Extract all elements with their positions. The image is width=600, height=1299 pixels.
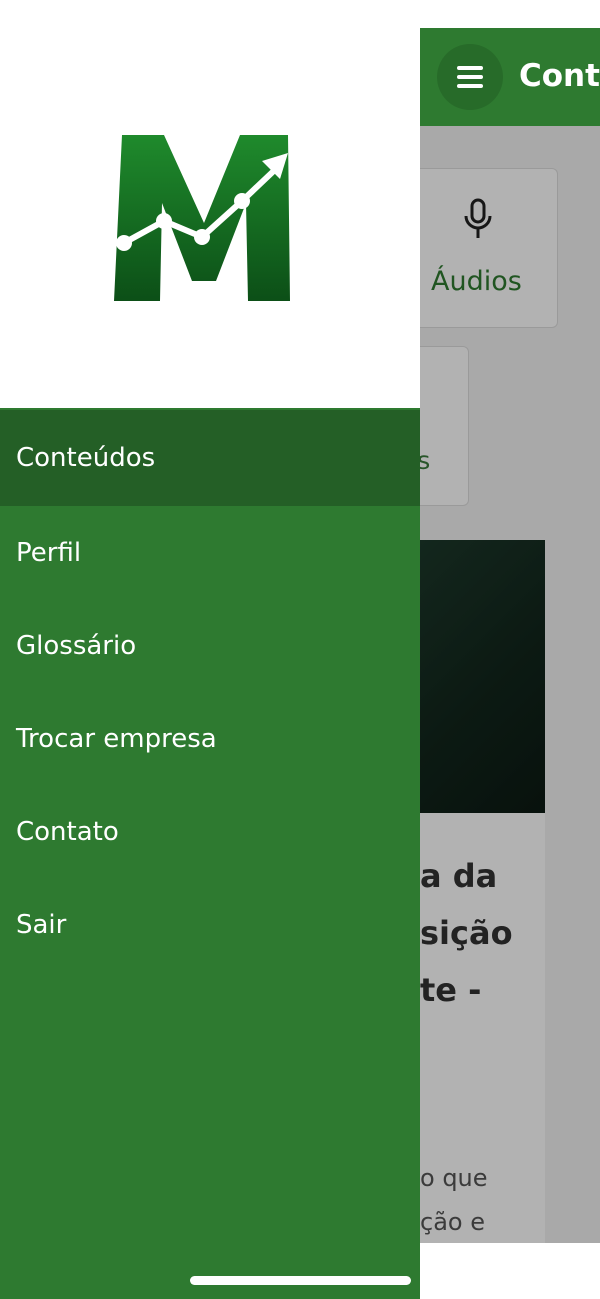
hamburger-icon <box>457 66 483 88</box>
menu-item-perfil[interactable]: Perfil <box>0 506 420 599</box>
drawer-header <box>0 27 420 408</box>
menu-item-conteudos[interactable]: Conteúdos <box>0 410 420 506</box>
menu-item-label: Sair <box>16 909 67 940</box>
status-bar <box>0 0 600 28</box>
navigation-drawer: Conteúdos Perfil Glossário Trocar empres… <box>0 27 420 1299</box>
menu-item-trocar-empresa[interactable]: Trocar empresa <box>0 692 420 785</box>
page-title: Conte <box>519 58 600 94</box>
menu-item-label: Perfil <box>16 537 82 568</box>
drawer-menu: Conteúdos Perfil Glossário Trocar empres… <box>0 410 420 971</box>
menu-item-sair[interactable]: Sair <box>0 878 420 971</box>
menu-item-glossario[interactable]: Glossário <box>0 599 420 692</box>
home-indicator[interactable] <box>190 1276 411 1285</box>
menu-item-contato[interactable]: Contato <box>0 785 420 878</box>
menu-button[interactable] <box>437 44 503 110</box>
logo-m-chart-icon <box>114 135 290 301</box>
menu-item-label: Glossário <box>16 630 137 661</box>
menu-item-label: Conteúdos <box>16 443 156 473</box>
menu-item-label: Trocar empresa <box>16 723 217 754</box>
menu-item-label: Contato <box>16 816 119 847</box>
